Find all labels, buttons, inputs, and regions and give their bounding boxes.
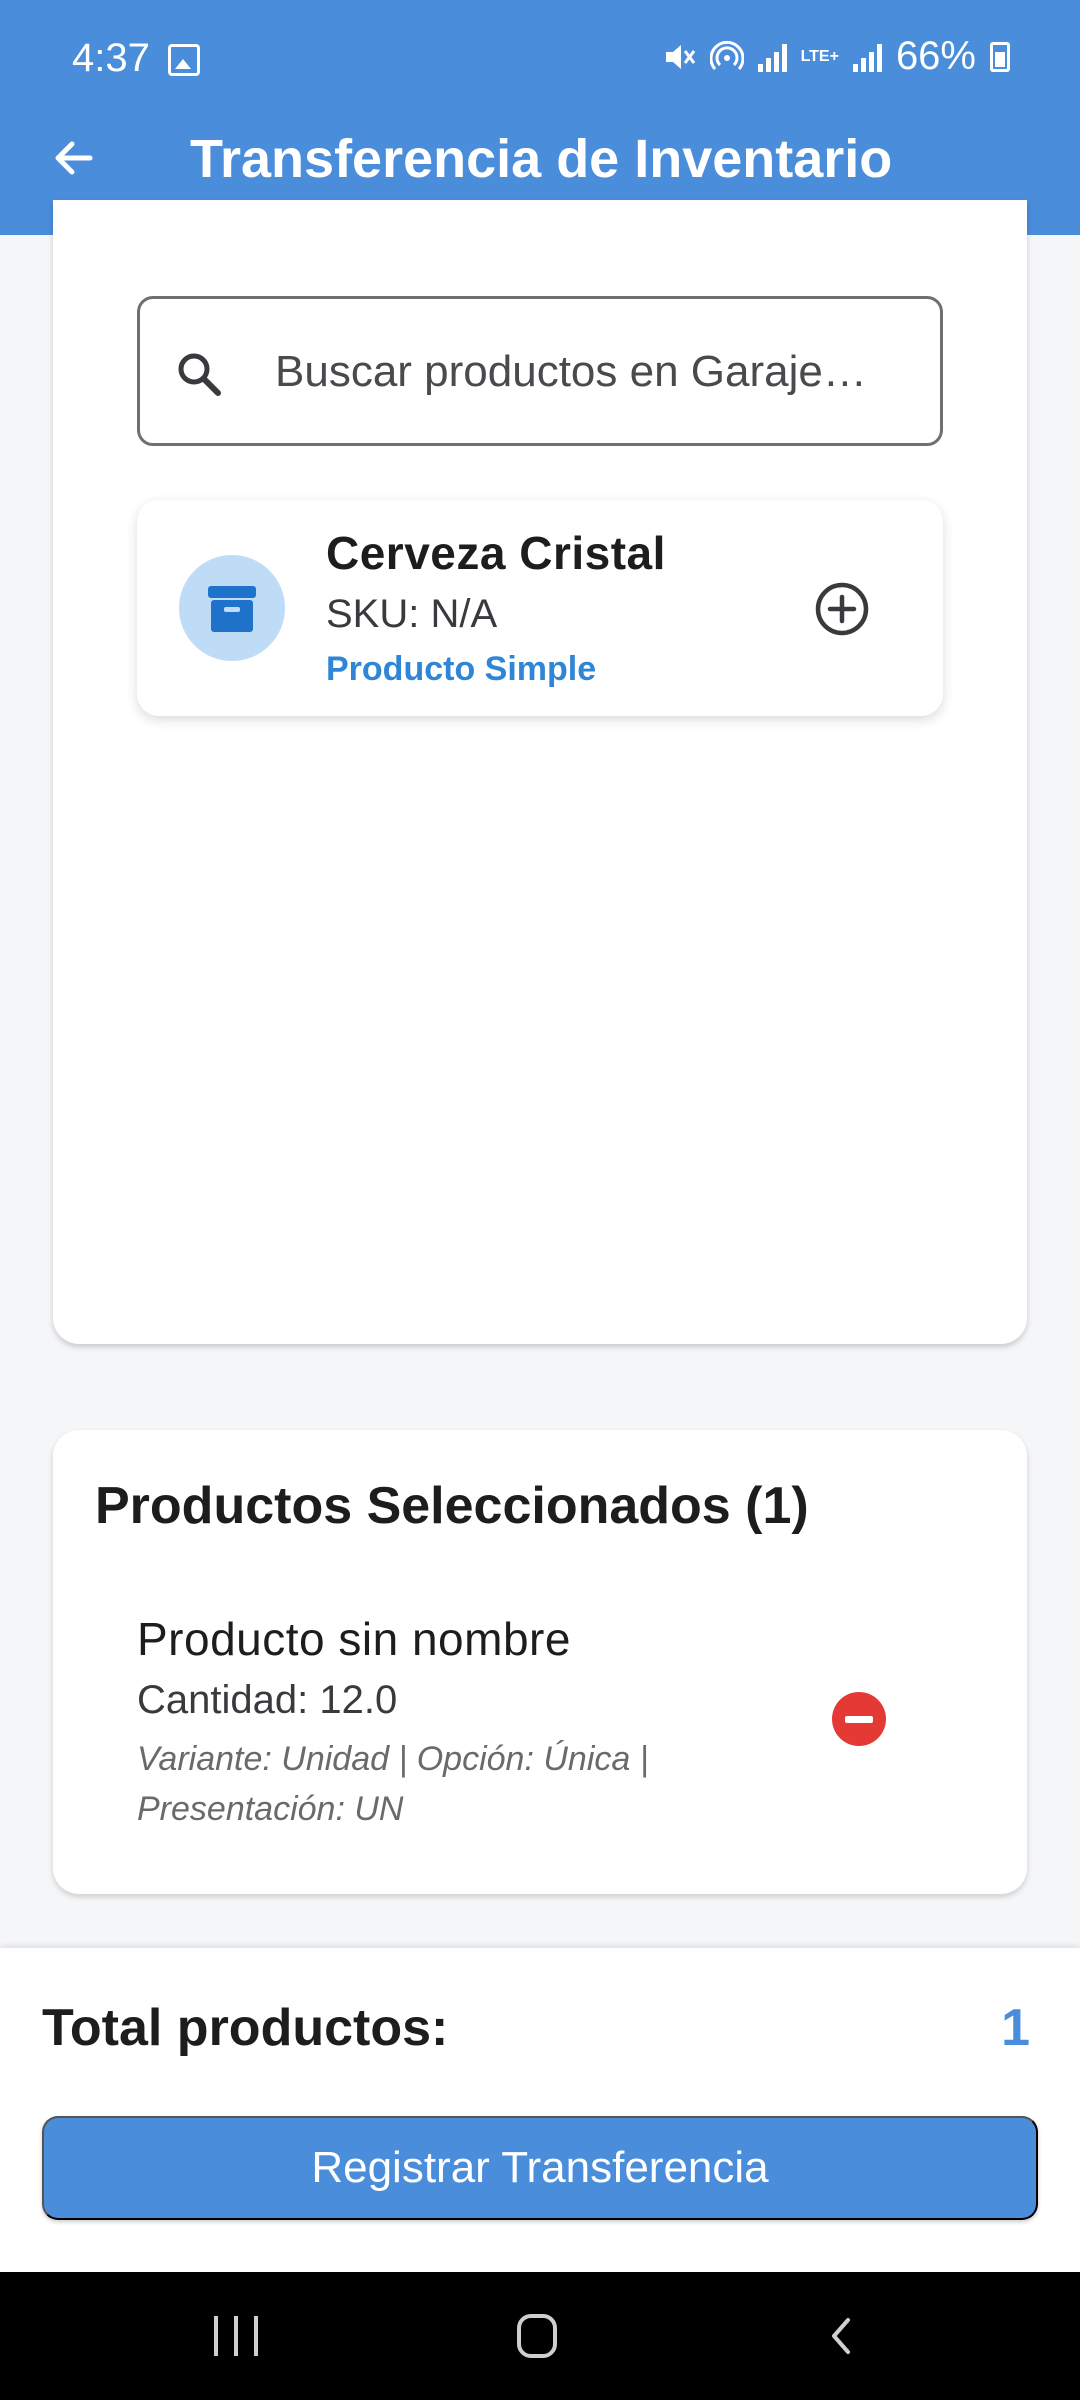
signal-icon xyxy=(852,42,882,72)
hotspot-icon xyxy=(709,40,744,70)
archive-box-icon xyxy=(208,586,256,632)
mute-icon xyxy=(665,44,695,69)
product-result-card[interactable]: Cerveza Cristal SKU: N/A Producto Simple xyxy=(137,500,943,716)
product-avatar xyxy=(179,555,285,661)
register-transfer-button[interactable]: Registrar Transferencia xyxy=(42,2116,1038,2220)
page-title: Transferencia de Inventario xyxy=(190,129,893,189)
selected-item-quantity: Cantidad: 12.0 xyxy=(137,1678,398,1722)
back-button[interactable] xyxy=(46,130,102,186)
search-field[interactable] xyxy=(137,296,943,446)
recent-apps-icon[interactable] xyxy=(214,2316,258,2356)
product-sku: SKU: N/A xyxy=(326,592,498,636)
selected-products-card: Productos Seleccionados (1) Producto sin… xyxy=(53,1430,1027,1894)
selected-products-title: Productos Seleccionados (1) xyxy=(95,1477,809,1535)
signal-icon xyxy=(757,42,787,72)
search-icon xyxy=(178,353,221,396)
nav-back-icon[interactable] xyxy=(822,2316,862,2356)
total-label: Total productos: xyxy=(42,1999,449,2057)
status-icons: LTE+ 66% xyxy=(662,34,1010,79)
home-icon[interactable] xyxy=(517,2314,557,2358)
status-time: 4:37 xyxy=(72,36,150,80)
footer-panel: Total productos: 1 Registrar Transferenc… xyxy=(0,1948,1080,2272)
system-nav-bar xyxy=(0,2272,1080,2400)
selected-item-detail: Variante: Unidad | Opción: Única | Prese… xyxy=(137,1740,649,1828)
battery-icon xyxy=(990,41,1010,72)
add-circle-icon[interactable] xyxy=(813,580,871,638)
gallery-icon xyxy=(168,44,200,76)
product-type: Producto Simple xyxy=(326,650,597,688)
search-input[interactable] xyxy=(275,337,915,407)
remove-circle-icon[interactable] xyxy=(832,1692,886,1746)
product-name: Cerveza Cristal xyxy=(326,527,666,579)
arrow-left-icon xyxy=(55,141,93,175)
total-value: 1 xyxy=(1001,1999,1030,2057)
lte-icon: LTE+ xyxy=(800,47,839,65)
selected-item-name: Producto sin nombre xyxy=(137,1613,571,1665)
battery-level: 66% xyxy=(895,34,976,78)
